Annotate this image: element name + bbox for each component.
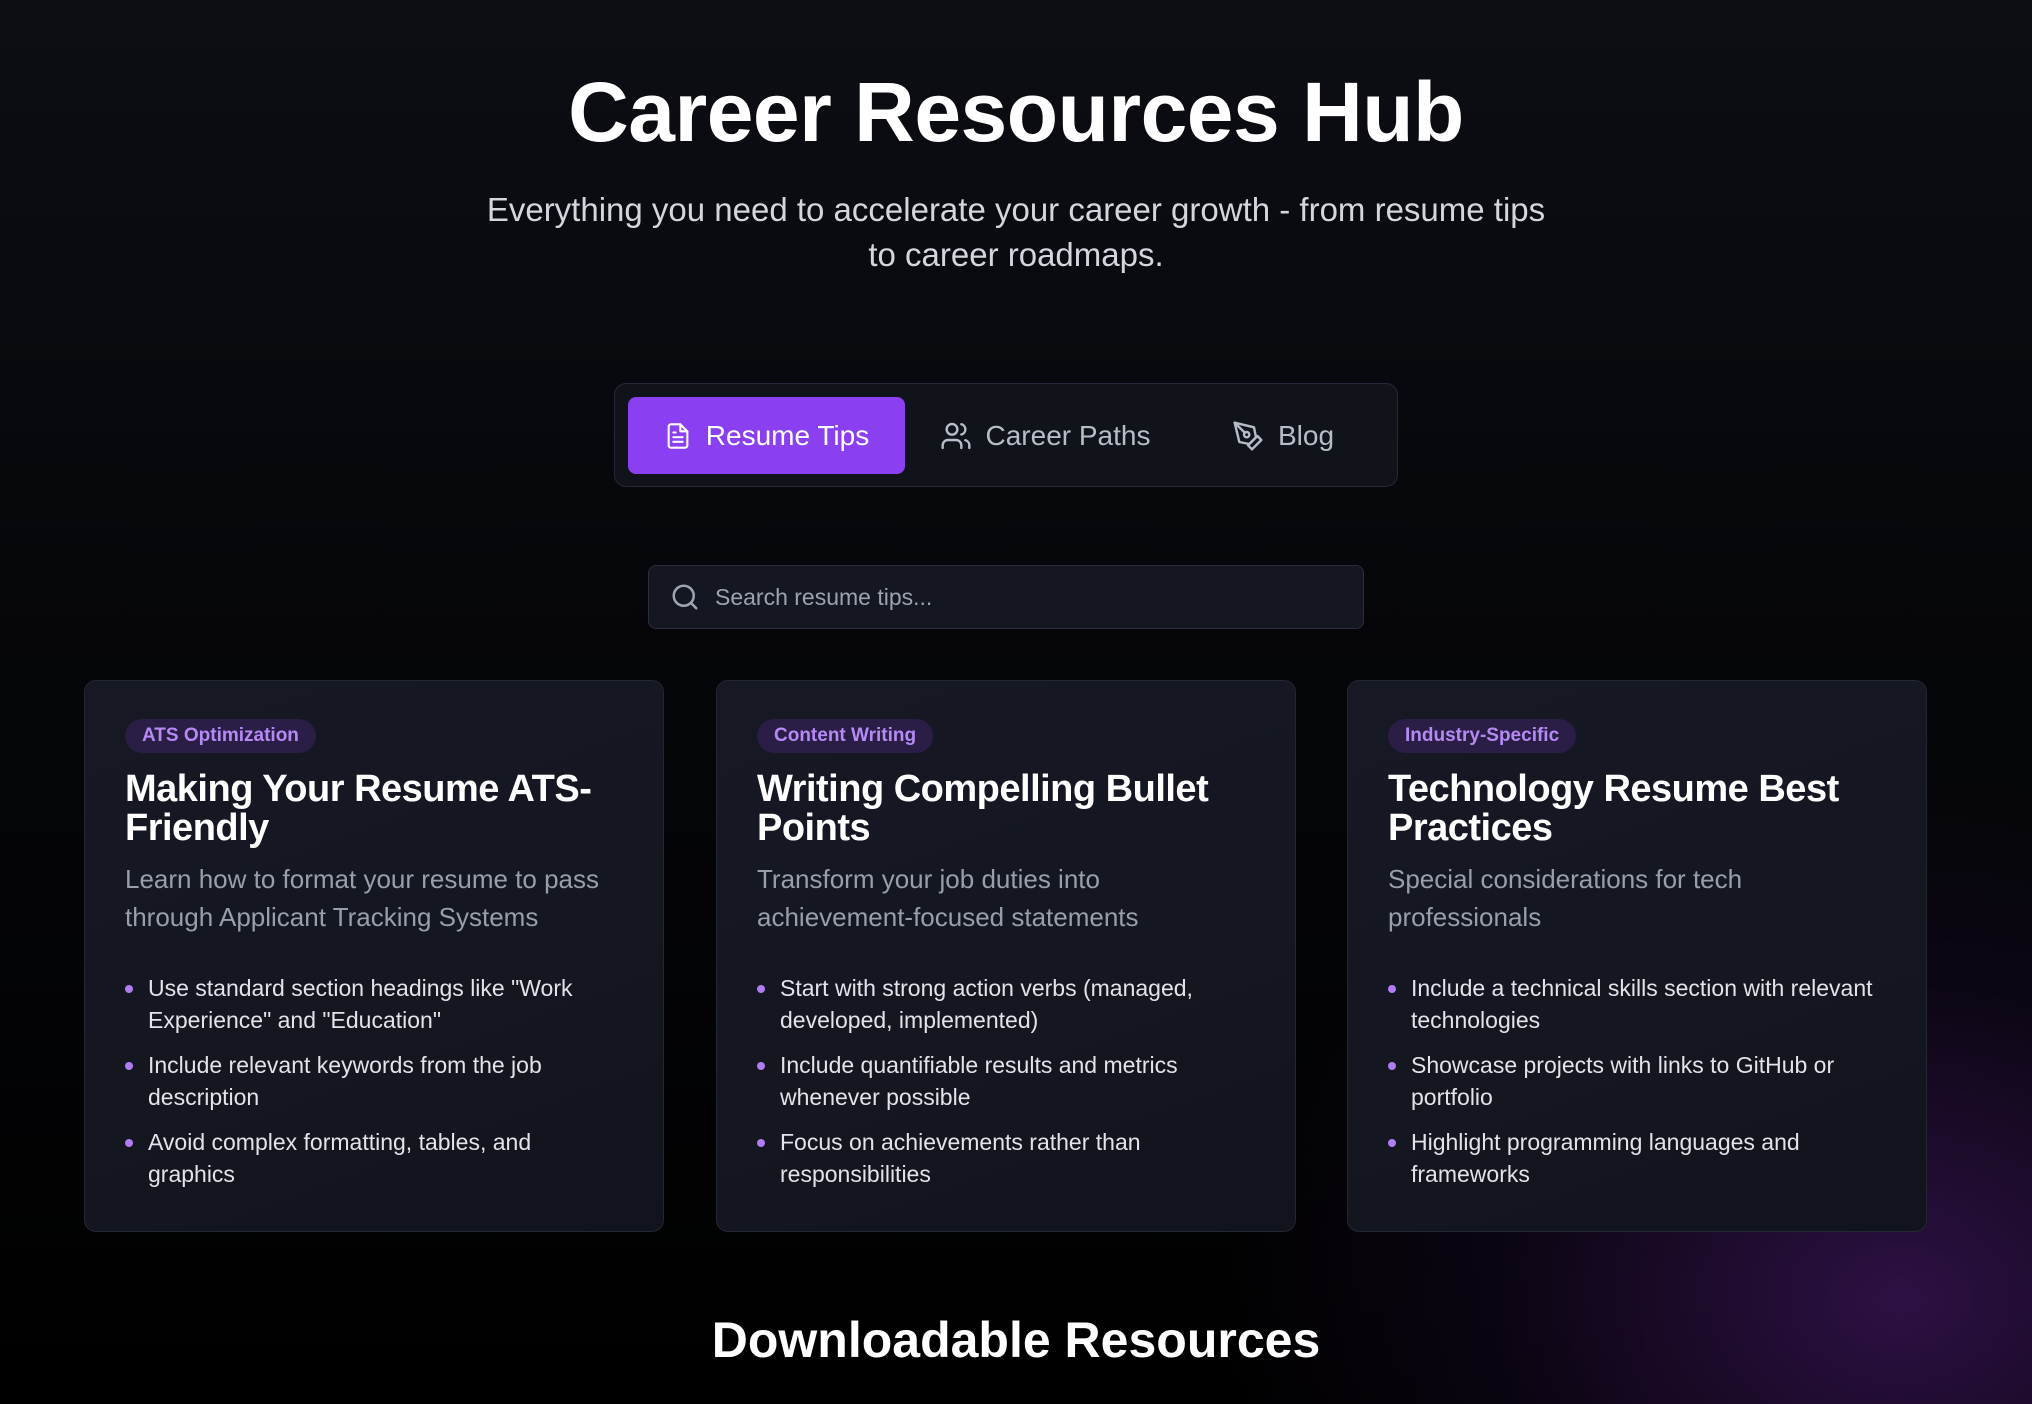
bullet-dot-icon	[1388, 1139, 1396, 1147]
card-title: Technology Resume Best Practices	[1388, 768, 1839, 849]
tab-career-paths[interactable]: Career Paths	[915, 397, 1175, 474]
list-item: Include relevant keywords from the job d…	[125, 1049, 623, 1113]
list-item: Include a technical skills section with …	[1388, 972, 1886, 1036]
pen-tool-icon	[1233, 420, 1263, 451]
tip-text: Start with strong action verbs (managed,…	[780, 975, 1193, 1033]
resource-card-ats: ATS Optimization Making Your Resume ATS-…	[84, 680, 664, 1232]
tab-label: Career Paths	[985, 419, 1151, 451]
list-item: Showcase projects with links to GitHub o…	[1388, 1049, 1886, 1113]
tip-text: Include a technical skills section with …	[1411, 975, 1873, 1033]
list-item: Avoid complex formatting, tables, and gr…	[125, 1126, 623, 1190]
bullet-dot-icon	[125, 1139, 133, 1147]
bullet-dot-icon	[125, 1062, 133, 1070]
list-item: Use standard section headings like "Work…	[125, 972, 623, 1036]
category-badge: Industry-Specific	[1388, 719, 1577, 753]
tip-text: Include relevant keywords from the job d…	[148, 1052, 542, 1110]
bullet-dot-icon	[1388, 1062, 1396, 1070]
document-icon	[667, 422, 689, 449]
list-item: Highlight programming languages and fram…	[1388, 1126, 1886, 1190]
card-description: Special considerations for tech professi…	[1388, 864, 1743, 932]
search-icon	[669, 581, 701, 613]
tip-text: Use standard section headings like "Work…	[148, 975, 573, 1033]
search-bar	[648, 565, 1364, 629]
tab-label: Blog	[1277, 419, 1335, 451]
tab-resume-tips[interactable]: Resume Tips	[628, 397, 905, 474]
hero-section: Career Resources Hub	[0, 62, 2032, 162]
resource-card-industry: Industry-Specific Technology Resume Best…	[1347, 680, 1927, 1232]
bullet-dot-icon	[757, 1062, 765, 1070]
section-title-downloads: Downloadable Resources	[711, 1312, 1321, 1368]
tip-text: Focus on achievements rather than respon…	[780, 1129, 1141, 1187]
tip-text: Include quantifiable results and metrics…	[780, 1052, 1178, 1110]
tip-text: Highlight programming languages and fram…	[1411, 1129, 1800, 1187]
search-input[interactable]	[713, 582, 1363, 612]
bullet-dot-icon	[757, 985, 765, 993]
category-badge: ATS Optimization	[125, 719, 316, 753]
card-description: Learn how to format your resume to pass …	[125, 864, 600, 932]
page-subtitle: Everything you need to accelerate your c…	[486, 191, 1546, 273]
tip-text: Showcase projects with links to GitHub o…	[1411, 1052, 1835, 1110]
resource-tabs: Resume Tips Career Paths Blog	[614, 383, 1398, 487]
tips-list: Use standard section headings like "Work…	[125, 972, 623, 1190]
category-badge: Content Writing	[757, 719, 934, 753]
bullet-dot-icon	[757, 1139, 765, 1147]
tips-list: Include a technical skills section with …	[1388, 972, 1886, 1190]
list-item: Start with strong action verbs (managed,…	[757, 972, 1255, 1036]
list-item: Focus on achievements rather than respon…	[757, 1126, 1255, 1190]
tip-text: Avoid complex formatting, tables, and gr…	[148, 1129, 532, 1187]
bullet-dot-icon	[1388, 985, 1396, 993]
page-title: Career Resources Hub	[568, 65, 1464, 159]
resource-card-content: Content Writing Writing Compelling Bulle…	[716, 680, 1296, 1232]
tab-blog[interactable]: Blog	[1193, 397, 1373, 474]
list-item: Include quantifiable results and metrics…	[757, 1049, 1255, 1113]
bullet-dot-icon	[125, 985, 133, 993]
tips-list: Start with strong action verbs (managed,…	[757, 972, 1255, 1190]
card-title: Writing Compelling Bullet Points	[757, 768, 1209, 849]
users-icon	[940, 422, 971, 449]
card-description: Transform your job duties into achieveme…	[757, 864, 1139, 932]
card-title: Making Your Resume ATS-Friendly	[125, 768, 592, 849]
tab-label: Resume Tips	[705, 419, 870, 451]
